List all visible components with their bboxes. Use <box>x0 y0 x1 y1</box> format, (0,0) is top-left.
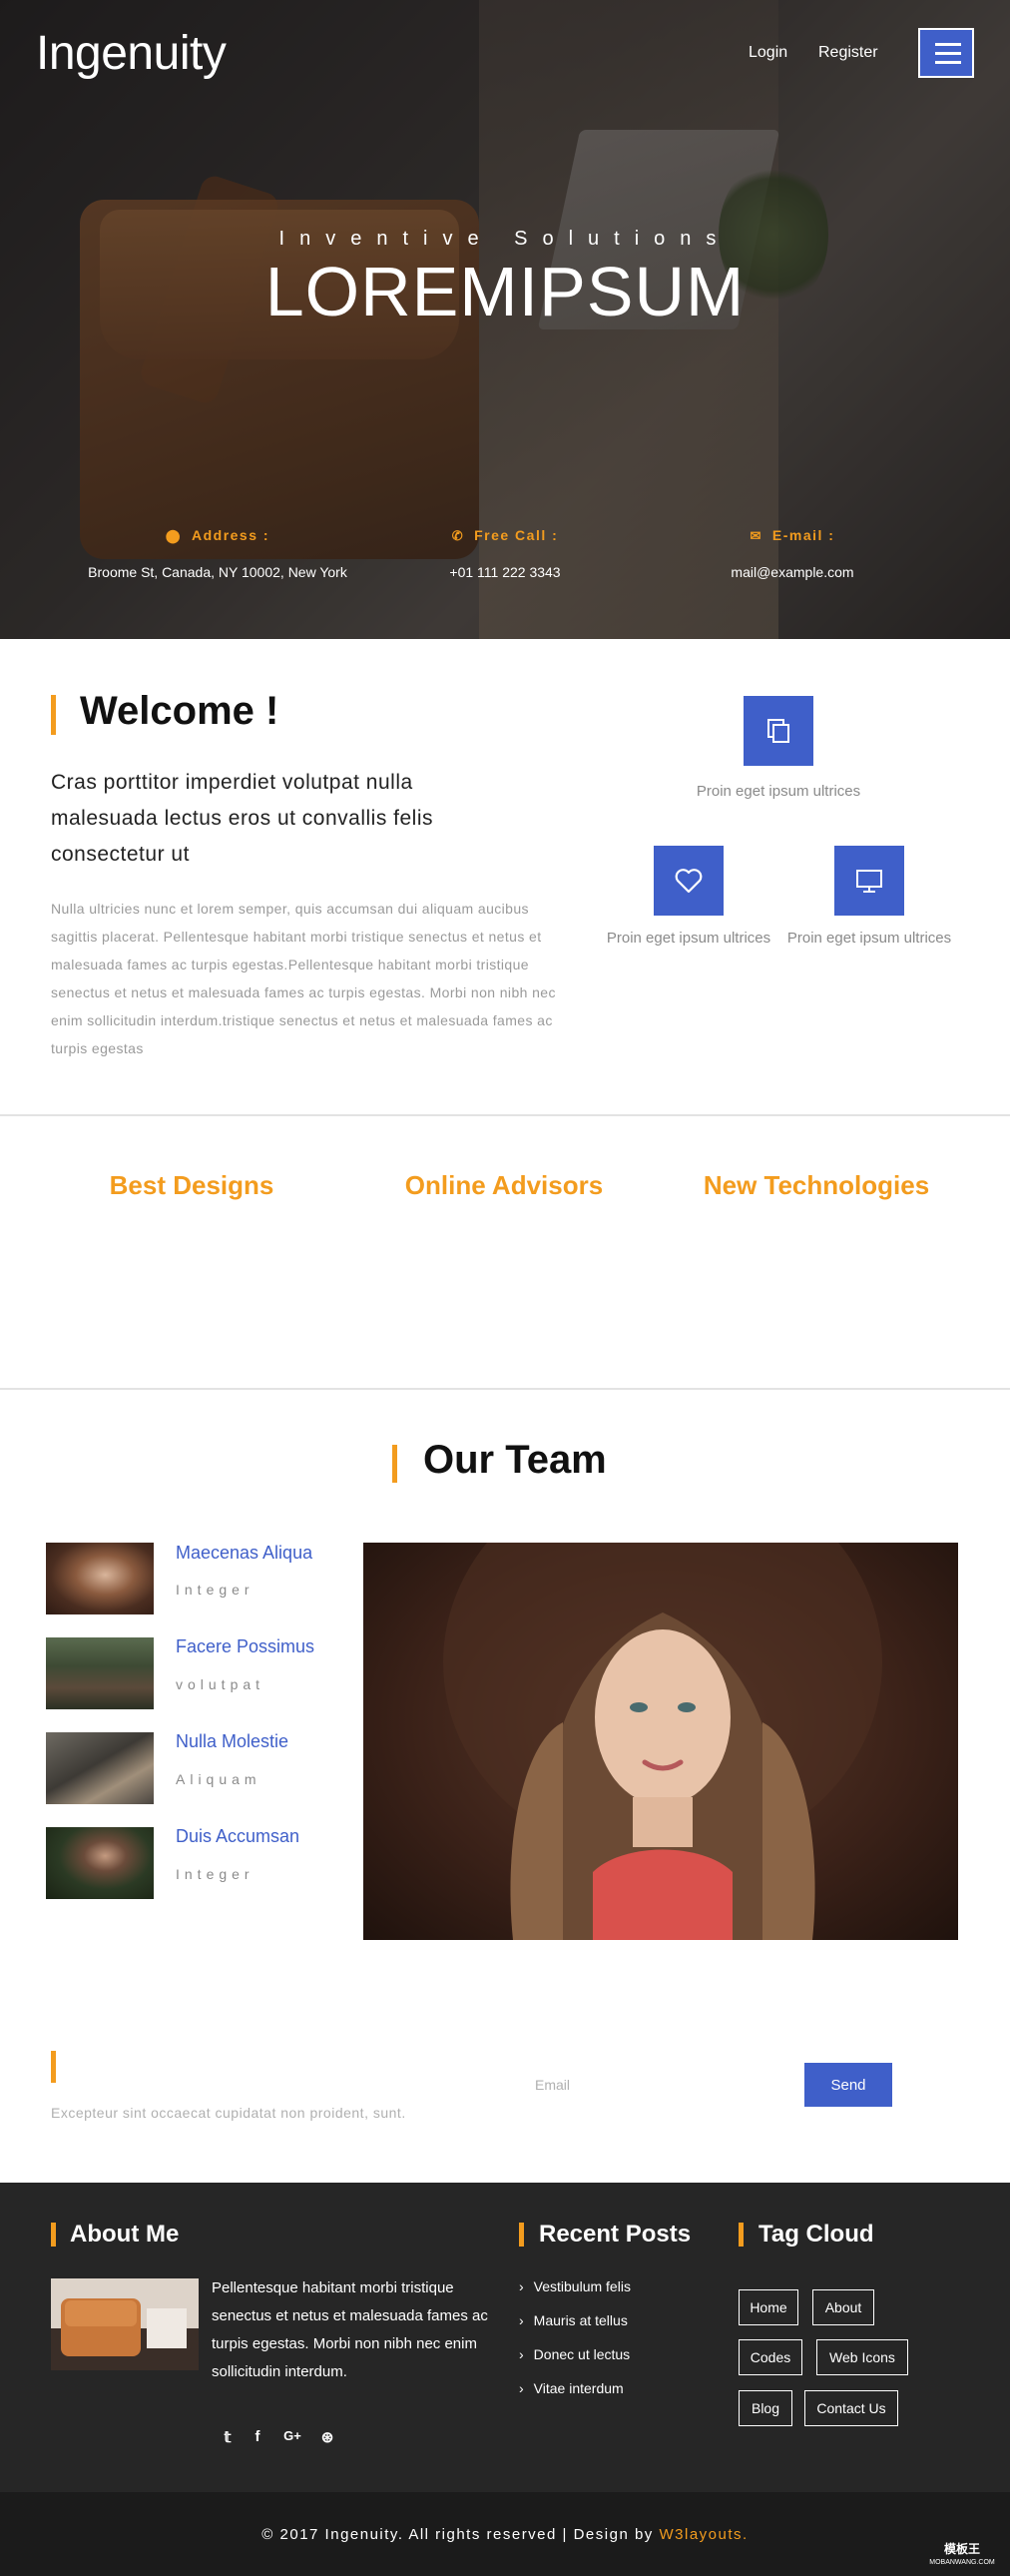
feature-heading: Online Advisors <box>404 1170 604 1200</box>
tag-codes[interactable]: Codes <box>739 2339 802 2375</box>
feature-card-3[interactable] <box>834 846 904 916</box>
feature-text: Proin eget ipsum ultrices <box>786 930 952 947</box>
accent-bar <box>51 695 56 735</box>
contact-phone: ✆ Free Call : +01 111 222 3343 <box>355 527 655 580</box>
facebook-icon[interactable]: f <box>248 2428 267 2445</box>
team-member-name[interactable]: Nulla Molestie <box>176 1731 288 1752</box>
w3layouts-link[interactable]: W3layouts. <box>659 2526 748 2543</box>
team-member-role: volutpat <box>176 1676 265 1692</box>
team-member-photo[interactable] <box>46 1637 154 1709</box>
contact-value: mail@example.com <box>731 564 854 580</box>
feature-text: Proin eget ipsum ultrices <box>606 930 771 947</box>
heart-icon <box>675 869 703 894</box>
map-marker-icon: ⬤ <box>165 528 182 543</box>
accent-bar <box>51 2223 56 2247</box>
site-logo[interactable]: Ingenuity <box>36 26 227 81</box>
feature-card-2[interactable] <box>654 846 724 916</box>
hamburger-icon <box>935 52 961 55</box>
tag-web-icons[interactable]: Web Icons <box>816 2339 908 2375</box>
contact-email: ✉ E-mail : mail@example.com <box>643 527 942 580</box>
feature-text: Proin eget ipsum ultrices <box>696 783 861 800</box>
chevron-right-icon: › <box>519 2278 524 2294</box>
desktop-icon <box>856 870 882 893</box>
contact-address: ⬤ Address : Broome St, Canada, NY 10002, … <box>68 527 367 580</box>
chevron-right-icon: › <box>519 2312 524 2328</box>
team-member-role: Integer <box>176 1582 254 1598</box>
welcome-body: Nulla ultricies nunc et lorem semper, qu… <box>51 901 556 1056</box>
tag-home[interactable]: Home <box>739 2289 798 2325</box>
contact-label: E-mail : <box>771 527 835 543</box>
chevron-right-icon: › <box>519 2380 524 2396</box>
welcome-title: Welcome ! <box>80 689 279 733</box>
team-member-role: Integer <box>176 1866 254 1882</box>
accent-bar <box>392 1445 397 1483</box>
accent-bar <box>51 2051 56 2083</box>
section-divider <box>0 1388 1010 1390</box>
portrait-illustration <box>443 1543 882 1940</box>
dribbble-icon[interactable]: ⊛ <box>317 2428 337 2446</box>
hero-tagline: Inventive Solutions <box>278 228 732 250</box>
team-member-photo[interactable] <box>46 1827 154 1899</box>
menu-button[interactable] <box>918 28 974 78</box>
contact-label: Address : <box>191 527 270 543</box>
google-plus-icon[interactable]: G+ <box>281 2428 303 2443</box>
send-button[interactable]: Send <box>804 2063 892 2107</box>
tag-cloud-title: Tag Cloud <box>758 2221 874 2248</box>
watermark-badge: 模板王 MOBANWANG.COM <box>922 2542 1002 2572</box>
copyright: © 2017 Ingenuity. All rights reserved | … <box>261 2526 749 2543</box>
hero-headline: LOREMIPSUM <box>264 253 746 330</box>
bag-illustration <box>51 2278 199 2370</box>
team-member-name[interactable]: Facere Possimus <box>176 1636 314 1657</box>
recent-posts-title: Recent Posts <box>539 2221 692 2248</box>
contact-value: +01 111 222 3343 <box>449 564 561 580</box>
contact-label: Free Call : <box>474 527 559 543</box>
hamburger-icon <box>935 61 961 64</box>
newsletter-text: Excepteur sint occaecat cupidatat non pr… <box>51 2105 406 2121</box>
hamburger-icon <box>935 43 961 46</box>
feature-heading: Best Designs <box>109 1170 274 1200</box>
accent-bar <box>519 2223 524 2247</box>
recent-post-link[interactable]: › Mauris at tellus <box>519 2312 628 2328</box>
email-input[interactable] <box>519 2063 798 2107</box>
login-link[interactable]: Login <box>749 44 787 62</box>
recent-post-link[interactable]: › Donec ut lectus <box>519 2346 630 2362</box>
recent-post-link[interactable]: › Vitae interdum <box>519 2380 624 2396</box>
about-title: About Me <box>70 2221 180 2248</box>
about-text: Pellentesque habitant morbi tristique se… <box>212 2279 488 2380</box>
team-member-photo[interactable] <box>46 1543 154 1614</box>
badge-text: MOBANWANG.COM <box>929 2559 995 2566</box>
team-member-role: Aliquam <box>176 1771 261 1787</box>
recent-post-link[interactable]: › Vestibulum felis <box>519 2278 631 2294</box>
team-featured-photo <box>363 1543 958 1940</box>
tag-blog[interactable]: Blog <box>739 2390 792 2426</box>
badge-text: 模板王 <box>943 2542 980 2556</box>
register-link[interactable]: Register <box>818 44 878 62</box>
copy-icon <box>767 719 789 743</box>
tag-contact-us[interactable]: Contact Us <box>804 2390 898 2426</box>
team-member-photo[interactable] <box>46 1732 154 1804</box>
twitter-icon[interactable]: 𝕥 <box>218 2428 238 2446</box>
contact-value: Broome St, Canada, NY 10002, New York <box>88 564 347 580</box>
team-title: Our Team <box>423 1438 607 1482</box>
envelope-icon: ✉ <box>750 528 762 543</box>
about-photo <box>51 2278 199 2370</box>
chevron-right-icon: › <box>519 2346 524 2362</box>
section-divider <box>0 1114 1010 1116</box>
feature-heading: New Technologies <box>703 1170 930 1200</box>
phone-icon: ✆ <box>451 528 465 543</box>
team-member-name[interactable]: Duis Accumsan <box>176 1826 299 1847</box>
tag-about[interactable]: About <box>812 2289 874 2325</box>
team-member-name[interactable]: Maecenas Aliqua <box>176 1543 312 1564</box>
feature-card-1[interactable] <box>744 696 813 766</box>
welcome-lead: Cras porttitor imperdiet volutpat nulla … <box>51 771 434 866</box>
accent-bar <box>739 2223 744 2247</box>
